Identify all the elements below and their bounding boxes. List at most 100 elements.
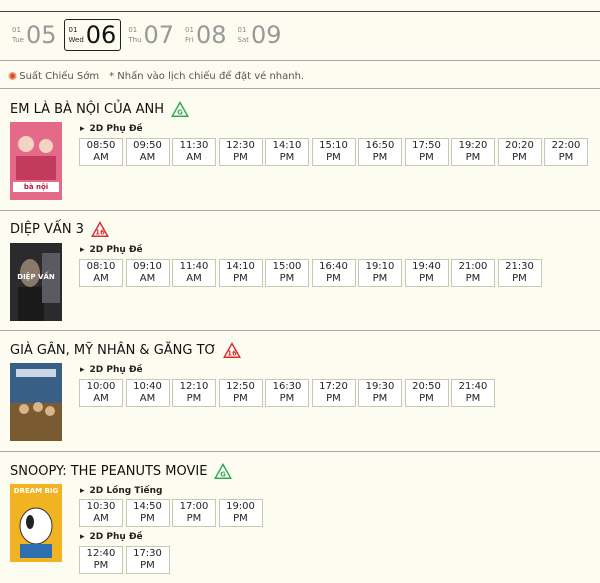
rating-badge-icon: G	[170, 100, 190, 118]
movie-poster[interactable]	[10, 363, 62, 441]
showtime-button[interactable]: 14:10 PM	[265, 138, 309, 166]
showtime-button[interactable]: 12:10 PM	[172, 379, 216, 407]
showtime-period: AM	[93, 513, 109, 524]
showtime-time: 15:10	[319, 140, 348, 151]
divider	[0, 88, 600, 89]
showtime-time: 11:30	[179, 140, 209, 151]
movie-title-text[interactable]: SNOOPY: THE PEANUTS MOVIE	[10, 464, 207, 479]
showtime-button[interactable]: 10:30 AM	[79, 499, 123, 527]
showtime-button[interactable]: 16:50 PM	[358, 138, 402, 166]
showtime-time: 12:30	[226, 140, 255, 151]
showtime-button[interactable]: 21:40 PM	[451, 379, 495, 407]
date-tab-09[interactable]: 01 Sat 09	[234, 19, 286, 51]
showtime-button[interactable]: 12:40 PM	[79, 546, 123, 574]
showtime-button[interactable]: 19:10 PM	[358, 259, 402, 287]
showtime-row: 10:00 AM 10:40 AM 12:10 PM 12:50 PM 16:30 PM 17:20…	[79, 379, 498, 407]
showtime-period: PM	[372, 273, 388, 284]
date-tab-07[interactable]: 01 Thu 07	[124, 19, 178, 51]
showtime-time: 08:10	[86, 261, 116, 272]
movie-title[interactable]: EM LÀ BÀ NỘI CỦA ANH G	[10, 100, 190, 118]
showtime-button[interactable]: 16:40 PM	[311, 259, 356, 287]
date-tab-06[interactable]: 01 Wed 06	[63, 19, 122, 51]
svg-text:16: 16	[228, 350, 238, 358]
showtime-button[interactable]: 08:50 AM	[79, 138, 123, 166]
showtime-period: AM	[186, 152, 202, 163]
top-divider	[0, 11, 600, 12]
weekday-label: Wed	[68, 36, 84, 44]
showtime-time: 19:40	[412, 261, 441, 272]
showtime-button[interactable]: 21:00 PM	[451, 259, 495, 287]
showtime-row: 08:50 AM 09:50 AM 11:30 AM 12:30 PM 14:10 PM 15:10…	[79, 138, 591, 166]
showtime-button[interactable]: 15:10 PM	[311, 138, 356, 166]
showtime-button[interactable]: 17:50 PM	[404, 138, 449, 166]
showtime-time: 15:00	[272, 261, 302, 272]
showtime-time: 21:40	[458, 381, 488, 392]
showtime-button[interactable]: 17:00 PM	[172, 499, 216, 527]
showtime-time: 10:40	[133, 381, 162, 392]
showtime-button[interactable]: 11:40 AM	[172, 259, 216, 287]
showtime-time: 10:00	[86, 381, 116, 392]
showtime-button[interactable]: 09:10 AM	[125, 259, 170, 287]
showtime-period: AM	[93, 152, 109, 163]
movie-title-text[interactable]: DIỆP VẤN 3	[10, 222, 84, 237]
showtime-time: 14:50	[133, 501, 162, 512]
date-meta: 01 Thu	[128, 25, 141, 45]
showtime-period: AM	[139, 393, 156, 404]
showtime-time: 21:30	[505, 261, 534, 272]
showtime-button[interactable]: 16:30 PM	[265, 379, 309, 407]
showtime-button[interactable]: 19:20 PM	[451, 138, 495, 166]
showtime-period: PM	[512, 273, 527, 284]
showtime-button[interactable]: 10:40 AM	[125, 379, 170, 407]
movie-poster[interactable]: DREAM BIG	[10, 484, 62, 562]
format-label: 2D Phụ Đề	[80, 124, 143, 134]
showtime-button[interactable]: 19:30 PM	[358, 379, 402, 407]
showtime-button[interactable]: 17:30 PM	[125, 546, 170, 574]
movie-poster[interactable]: DIỆP VẤN	[10, 243, 62, 321]
movie-divider	[0, 210, 600, 211]
showtime-button[interactable]: 11:30 AM	[172, 138, 216, 166]
showtime-period: AM	[186, 273, 202, 284]
date-tab-05[interactable]: 01 Tue 05	[8, 19, 61, 51]
showtime-button[interactable]: 19:00 PM	[218, 499, 263, 527]
showtime-button[interactable]: 09:50 AM	[125, 138, 170, 166]
svg-text:G: G	[177, 109, 183, 117]
showtime-button[interactable]: 14:50 PM	[125, 499, 170, 527]
movie-title[interactable]: GIÀ GÂN, MỸ NHÂN & GĂNG TƠ 16	[10, 341, 242, 359]
movie-title[interactable]: DIỆP VẤN 3 16	[10, 220, 110, 238]
showtime-time: 09:50	[133, 140, 162, 151]
showtime-button[interactable]: 12:30 PM	[218, 138, 263, 166]
rating-badge-icon: 16	[90, 220, 110, 238]
movie-title[interactable]: SNOOPY: THE PEANUTS MOVIE G	[10, 462, 233, 480]
poster-text: DIỆP VẤN	[17, 273, 55, 281]
svg-text:G: G	[221, 471, 227, 479]
date-selector: 01 Tue 05 01 Wed 06 01 Thu 07 01 Fri 08 01 Sat 09	[8, 19, 289, 51]
showtime-period: PM	[279, 273, 295, 284]
showtime-time: 17:30	[133, 548, 162, 559]
showtime-button[interactable]: 20:20 PM	[497, 138, 542, 166]
showtime-time: 19:30	[365, 381, 395, 392]
showtime-button[interactable]: 12:50 PM	[218, 379, 263, 407]
month-label: 01	[237, 26, 247, 34]
showtime-button[interactable]: 21:30 PM	[497, 259, 542, 287]
showtime-period: PM	[233, 513, 248, 524]
movie-title-text[interactable]: GIÀ GÂN, MỸ NHÂN & GĂNG TƠ	[10, 343, 216, 358]
date-tab-08[interactable]: 01 Fri 08	[181, 19, 230, 51]
showtime-time: 16:40	[319, 261, 348, 272]
showtime-button[interactable]: 14:10 PM	[218, 259, 263, 287]
showtime-time: 14:10	[272, 140, 302, 151]
showtime-button[interactable]: 08:10 AM	[79, 259, 123, 287]
format-label: 2D Lồng Tiếng	[80, 486, 163, 496]
day-number: 06	[85, 21, 117, 49]
movie-poster[interactable]: bà nội	[10, 122, 62, 200]
showtime-time: 20:20	[505, 140, 534, 151]
showtime-button[interactable]: 22:00 PM	[544, 138, 588, 166]
showtime-button[interactable]: 10:00 AM	[79, 379, 123, 407]
showtime-button[interactable]: 15:00 PM	[265, 259, 309, 287]
showtime-button[interactable]: 17:20 PM	[311, 379, 356, 407]
showtime-time: 08:50	[86, 140, 116, 151]
showtime-button[interactable]: 20:50 PM	[404, 379, 449, 407]
date-meta: 01 Wed	[69, 25, 84, 45]
movie-title-text[interactable]: EM LÀ BÀ NỘI CỦA ANH	[10, 102, 164, 117]
showtime-button[interactable]: 19:40 PM	[404, 259, 449, 287]
showtime-time: 12:50	[226, 381, 255, 392]
